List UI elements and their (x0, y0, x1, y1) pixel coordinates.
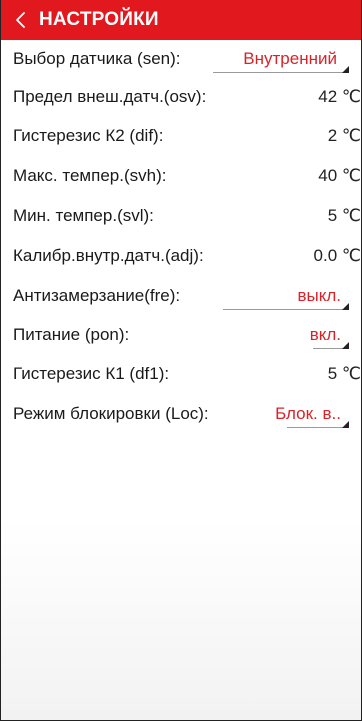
settings-list: Выбор датчика (sen): Внутренний Предел в… (1, 40, 361, 434)
setting-row-pon: Питание (pon): вкл. (1, 315, 361, 354)
setting-row-loc: Режим блокировки (Loc): Блок. в.. (1, 394, 361, 434)
setting-row-svh[interactable]: Макс. темпер.(svh): 40 ℃ (1, 156, 361, 196)
fre-select[interactable]: выкл. (223, 279, 361, 312)
dropdown-arrow-icon (342, 421, 349, 428)
setting-row-fre: Антизамерзание(fre): выкл. (1, 276, 361, 315)
sensor-select-underline (213, 72, 349, 73)
dropdown-arrow-icon (342, 66, 349, 73)
setting-row-df1[interactable]: Гистерезис К1 (df1): 5 ℃ (1, 354, 361, 394)
setting-value-dif: 2 ℃ (327, 126, 361, 145)
back-button[interactable] (1, 0, 41, 40)
sensor-select-value: Внутренний (243, 48, 337, 68)
setting-value-svh: 40 ℃ (318, 166, 361, 185)
setting-label-osv: Предел внеш.датч.(osv): (13, 86, 207, 106)
setting-label-df1: Гистерезис К1 (df1): (13, 364, 170, 383)
setting-label-adj: Калибр.внутр.датч.(adj): (13, 246, 204, 265)
setting-row-sensor: Выбор датчика (sen): Внутренний (1, 40, 361, 77)
setting-label-loc: Режим блокировки (Loc): (13, 404, 209, 423)
setting-value-osv: 42 ℃ (318, 86, 361, 106)
pon-select[interactable]: вкл. (309, 318, 361, 351)
loc-select-underline (287, 427, 349, 428)
dropdown-arrow-icon (342, 303, 349, 310)
setting-label-fre: Антизамерзание(fre): (13, 285, 181, 305)
loc-select[interactable]: Блок. в.. (275, 397, 361, 430)
loc-select-value: Блок. в.. (275, 403, 341, 423)
setting-label-dif: Гистерезис К2 (dif): (13, 126, 164, 145)
setting-label-sensor: Выбор датчика (sen): (13, 48, 181, 68)
app-header: НАСТРОЙКИ (1, 0, 361, 40)
sensor-select[interactable]: Внутренний (213, 42, 361, 75)
setting-value-svl: 5 ℃ (327, 206, 361, 225)
setting-value-adj: 0.0 ℃ (313, 246, 361, 265)
pon-select-value: вкл. (309, 324, 341, 344)
fre-select-value: выкл. (297, 285, 341, 305)
fre-select-underline (223, 309, 349, 310)
setting-label-svl: Мин. темпер.(svl): (13, 206, 154, 225)
setting-row-dif[interactable]: Гистерезис К2 (dif): 2 ℃ (1, 116, 361, 156)
dropdown-arrow-icon (342, 342, 349, 349)
setting-label-svh: Макс. темпер.(svh): (13, 166, 167, 185)
setting-value-df1: 5 ℃ (327, 364, 361, 383)
setting-row-svl[interactable]: Мин. темпер.(svl): 5 ℃ (1, 196, 361, 236)
chevron-left-icon (16, 12, 25, 28)
page-title: НАСТРОЙКИ (39, 9, 159, 30)
setting-row-adj[interactable]: Калибр.внутр.датч.(adj): 0.0 ℃ (1, 236, 361, 276)
setting-row-osv[interactable]: Предел внеш.датч.(osv): 42 ℃ (1, 77, 361, 116)
settings-screen: НАСТРОЙКИ Выбор датчика (sen): Внутренни… (0, 0, 362, 721)
setting-label-pon: Питание (pon): (13, 324, 130, 344)
